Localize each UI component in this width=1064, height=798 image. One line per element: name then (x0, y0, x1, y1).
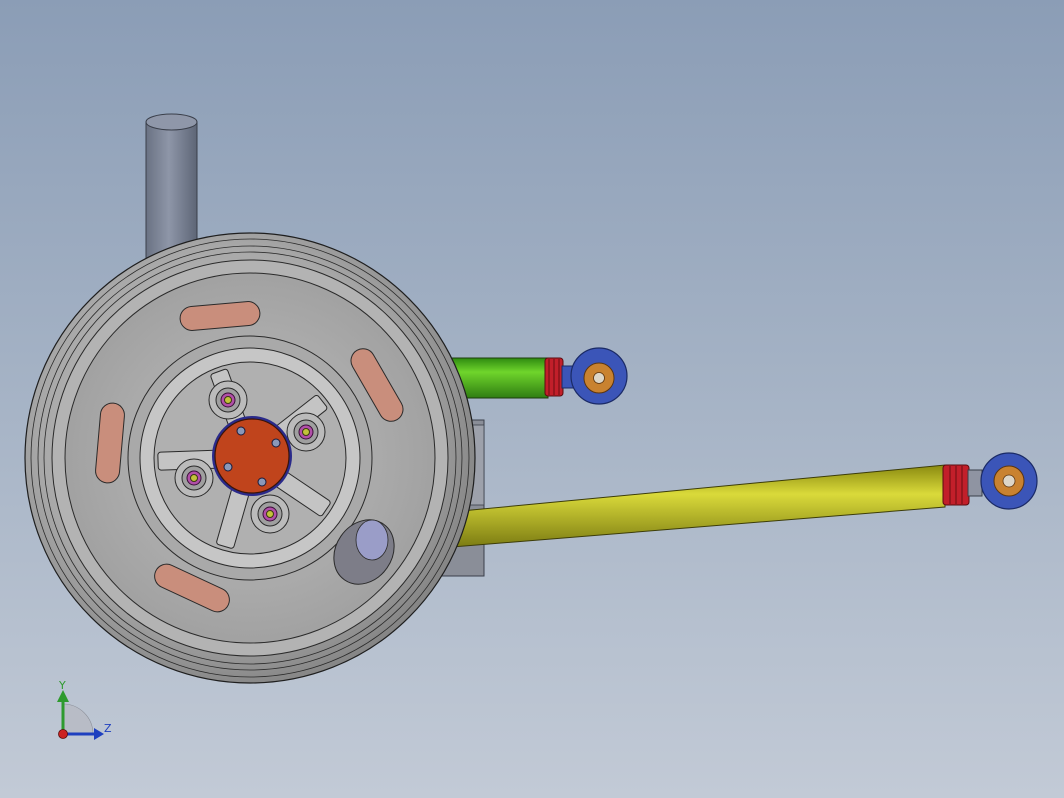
cad-viewport[interactable]: Y Z (0, 0, 1064, 798)
coordinate-triad (57, 690, 104, 740)
lower-control-arm[interactable] (439, 452, 1038, 549)
wheel-assembly[interactable] (24, 232, 476, 684)
cad-model-scene[interactable] (0, 0, 1064, 798)
x-axis-dot (58, 729, 68, 739)
triad-z-label: Z (104, 722, 112, 735)
triad-y-label: Y (59, 679, 66, 692)
hub-cap[interactable] (212, 416, 292, 496)
upper-control-arm[interactable] (439, 347, 628, 405)
